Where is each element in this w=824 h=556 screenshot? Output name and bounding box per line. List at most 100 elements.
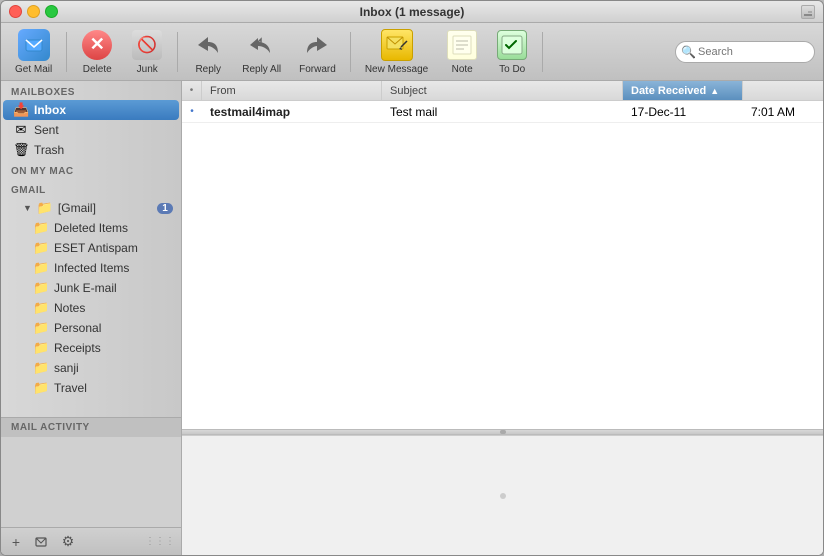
inbox-icon: 📥	[13, 102, 29, 118]
notes-folder-icon: 📁	[33, 300, 49, 316]
preview-pane	[182, 435, 823, 555]
sidebar-item-personal-label: Personal	[54, 321, 173, 335]
travel-icon: 📁	[33, 380, 49, 396]
maximize-button[interactable]	[45, 5, 58, 18]
email-date: 17-Dec-11	[623, 105, 743, 119]
resize-dot	[500, 430, 506, 434]
col-from[interactable]: From	[202, 81, 382, 100]
email-row[interactable]: • testmail4imap Test mail 17-Dec-11 7:01…	[182, 101, 823, 123]
add-mailbox-button[interactable]: +	[7, 533, 25, 551]
trash-icon: 🗑	[13, 142, 29, 158]
delete-icon: ✕	[81, 29, 113, 61]
get-mail-button[interactable]: Get Mail	[9, 25, 58, 79]
sidebar-item-sanji[interactable]: 📁 sanji	[3, 358, 179, 378]
search-box: 🔍	[675, 41, 815, 63]
sidebar-item-gmail-root-label: [Gmail]	[58, 201, 152, 215]
receipts-icon: 📁	[33, 340, 49, 356]
close-button[interactable]	[9, 5, 22, 18]
gmail-badge: 1	[157, 203, 173, 214]
sidebar-footer: MAIL ACTIVITY + ⚙ ⋮⋮⋮	[1, 417, 181, 555]
note-button[interactable]: Note	[440, 25, 484, 79]
collapse-triangle-icon: ▼	[23, 203, 32, 213]
col-dot[interactable]: •	[182, 81, 202, 100]
eset-antispam-icon: 📁	[33, 240, 49, 256]
delete-button[interactable]: ✕ Delete	[75, 25, 119, 79]
get-mail-icon	[18, 29, 50, 61]
sidebar-item-notes-label: Notes	[54, 301, 173, 315]
search-input[interactable]	[675, 41, 815, 63]
note-label: Note	[452, 64, 473, 75]
sidebar-item-travel[interactable]: 📁 Travel	[3, 378, 179, 398]
sidebar-item-notes[interactable]: 📁 Notes	[3, 298, 179, 318]
drag-handle: ⋮⋮⋮	[145, 536, 175, 547]
new-message-button[interactable]: New Message	[359, 25, 434, 79]
col-time[interactable]	[743, 81, 823, 100]
titlebar: Inbox (1 message)	[1, 1, 823, 23]
email-subject: Test mail	[382, 105, 623, 119]
email-column-headers: • From Subject Date Received ▲	[182, 81, 823, 101]
reply-label: Reply	[195, 64, 221, 75]
note-icon	[446, 29, 478, 61]
compose-button[interactable]	[33, 533, 51, 551]
sent-icon: ✉	[13, 122, 29, 138]
junk-label: Junk	[137, 64, 158, 75]
delete-label: Delete	[83, 64, 112, 75]
new-message-label: New Message	[365, 64, 428, 75]
mail-activity-area	[1, 437, 181, 527]
junk-icon: 🚫	[131, 29, 163, 61]
sidebar-item-inbox-label: Inbox	[34, 103, 173, 117]
sidebar-item-junk-email[interactable]: 📁 Junk E-mail	[3, 278, 179, 298]
junk-button[interactable]: 🚫 Junk	[125, 25, 169, 79]
infected-items-icon: 📁	[33, 260, 49, 276]
main-window: Inbox (1 message) Get Mail ✕	[0, 0, 824, 556]
sidebar-scroll: MAILBOXES 📥 Inbox ✉ Sent 🗑 Trash ON MY M…	[1, 81, 181, 417]
window-controls	[9, 5, 58, 18]
personal-icon: 📁	[33, 320, 49, 336]
reply-all-icon	[246, 29, 278, 61]
col-subject[interactable]: Subject	[382, 81, 623, 100]
on-my-mac-header: ON MY MAC	[1, 160, 181, 179]
junk-email-icon: 📁	[33, 280, 49, 296]
toolbar-separator-3	[350, 32, 351, 72]
sort-arrow-icon: ▲	[710, 86, 719, 96]
sidebar-item-inbox[interactable]: 📥 Inbox	[3, 100, 179, 120]
email-from: testmail4imap	[202, 105, 382, 119]
sidebar-item-deleted-items[interactable]: 📁 Deleted Items	[3, 218, 179, 238]
sidebar-item-infected-items-label: Infected Items	[54, 261, 173, 275]
sidebar-item-trash-label: Trash	[34, 143, 173, 157]
sanji-icon: 📁	[33, 360, 49, 376]
sidebar-item-personal[interactable]: 📁 Personal	[3, 318, 179, 338]
deleted-items-icon: 📁	[33, 220, 49, 236]
settings-button[interactable]: ⚙	[59, 533, 77, 551]
todo-label: To Do	[499, 64, 525, 75]
resize-button[interactable]	[801, 5, 815, 19]
preview-dot	[500, 493, 506, 499]
sidebar-item-eset-antispam[interactable]: 📁 ESET Antispam	[3, 238, 179, 258]
mail-activity-header: MAIL ACTIVITY	[1, 418, 181, 437]
sidebar: MAILBOXES 📥 Inbox ✉ Sent 🗑 Trash ON MY M…	[1, 81, 182, 555]
minimize-button[interactable]	[27, 5, 40, 18]
gmail-header: GMAIL	[1, 179, 181, 198]
sidebar-item-gmail-root[interactable]: ▼ 📁 [Gmail] 1	[3, 198, 179, 218]
reply-icon	[192, 29, 224, 61]
reply-all-button[interactable]: Reply All	[236, 25, 287, 79]
forward-button[interactable]: Forward	[293, 25, 342, 79]
sidebar-item-receipts[interactable]: 📁 Receipts	[3, 338, 179, 358]
window-title: Inbox (1 message)	[360, 5, 465, 19]
sidebar-item-trash[interactable]: 🗑 Trash	[3, 140, 179, 160]
toolbar: Get Mail ✕ Delete 🚫 Junk	[1, 23, 823, 81]
toolbar-separator-2	[177, 32, 178, 72]
content-area: MAILBOXES 📥 Inbox ✉ Sent 🗑 Trash ON MY M…	[1, 81, 823, 555]
reply-button[interactable]: Reply	[186, 25, 230, 79]
todo-button[interactable]: To Do	[490, 25, 534, 79]
sidebar-item-receipts-label: Receipts	[54, 341, 173, 355]
get-mail-label: Get Mail	[15, 64, 52, 75]
toolbar-separator-4	[542, 32, 543, 72]
sidebar-item-infected-items[interactable]: 📁 Infected Items	[3, 258, 179, 278]
forward-label: Forward	[299, 64, 336, 75]
sidebar-item-sanji-label: sanji	[54, 361, 173, 375]
sidebar-item-sent[interactable]: ✉ Sent	[3, 120, 179, 140]
reply-all-label: Reply All	[242, 64, 281, 75]
col-from-label: From	[210, 85, 236, 97]
col-date-received[interactable]: Date Received ▲	[623, 81, 743, 100]
